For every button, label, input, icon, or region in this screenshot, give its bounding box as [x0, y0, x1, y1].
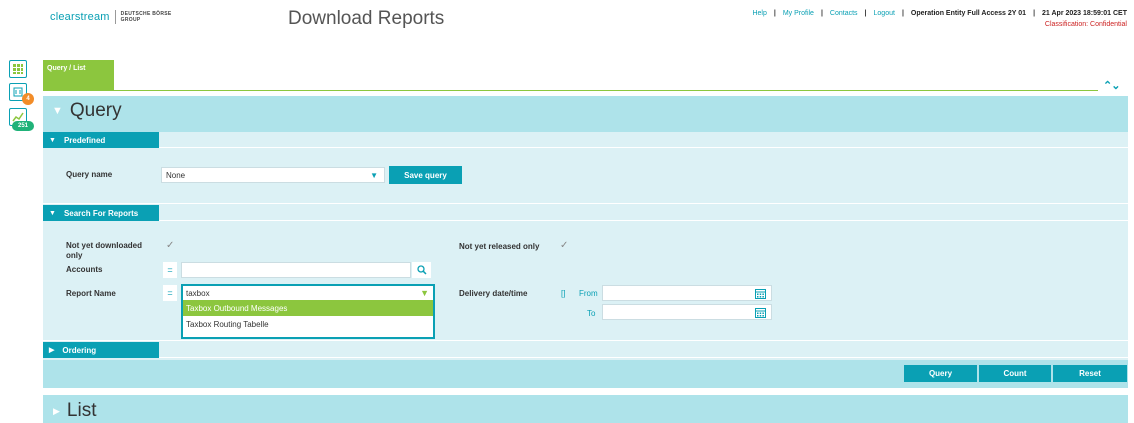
- not-released-checkbox[interactable]: ✓: [560, 240, 568, 251]
- predefined-section-header[interactable]: ▼ Predefined: [43, 132, 159, 148]
- query-name-select[interactable]: None ▼: [161, 167, 385, 183]
- ordering-label: Ordering: [62, 345, 97, 355]
- brand-group-line2: GROUP: [120, 17, 141, 23]
- report-name-input[interactable]: taxbox ▼: [183, 286, 433, 300]
- report-name-combobox[interactable]: taxbox ▼ Taxbox Outbound Messages Taxbox…: [181, 284, 435, 339]
- logout-link[interactable]: Logout: [874, 10, 895, 17]
- report-option[interactable]: Taxbox Routing Tabelle: [183, 316, 433, 332]
- logo-divider: [114, 10, 116, 24]
- classification-label: Classification: Confidential: [1044, 21, 1127, 28]
- to-label: To: [587, 309, 596, 318]
- query-name-value: None: [166, 170, 186, 180]
- delivery-operator[interactable]: []: [561, 289, 565, 298]
- account-name: Operation Entity Full Access 2Y 01: [910, 10, 1027, 17]
- save-query-button[interactable]: Save query: [389, 166, 462, 184]
- dropdown-arrow-icon: ▼: [370, 170, 378, 180]
- accounts-operator[interactable]: =: [163, 262, 177, 278]
- caret-down-icon: ▼: [49, 136, 56, 144]
- report-name-label: Report Name: [66, 289, 116, 298]
- list-panel: [43, 395, 1128, 423]
- calendar-icon[interactable]: [755, 288, 766, 301]
- collapse-expand-icon[interactable]: ⌃⌄: [1103, 79, 1120, 92]
- query-panel-title: Query: [69, 100, 122, 121]
- report-name-operator[interactable]: =: [163, 285, 177, 301]
- from-label: From: [579, 289, 598, 298]
- reset-button[interactable]: Reset: [1053, 365, 1127, 382]
- not-downloaded-label: Not yet downloaded only: [66, 241, 142, 260]
- list-panel-title: List: [66, 400, 97, 421]
- contacts-link[interactable]: Contacts: [830, 10, 858, 17]
- tab-query-list[interactable]: Query / List: [43, 60, 114, 91]
- ordering-section-header[interactable]: ▶ Ordering: [43, 342, 159, 358]
- query-name-label: Query name: [66, 170, 113, 179]
- search-icon[interactable]: [412, 262, 431, 278]
- page-title: Download Reports: [288, 8, 445, 29]
- calendar-icon[interactable]: [755, 307, 766, 320]
- caret-down-icon: ▼: [49, 209, 56, 217]
- clearstream-logo: clearstream DEUTSCHE BÖRSE GROUP: [50, 10, 172, 24]
- caret-right-icon: ▶: [53, 405, 60, 416]
- current-datetime: 21 Apr 2023 18:59:01 CET: [1042, 10, 1127, 17]
- report-name-value: taxbox: [186, 288, 210, 298]
- count-button[interactable]: Count: [979, 365, 1051, 382]
- list-panel-header[interactable]: ▶ List: [43, 400, 97, 422]
- not-released-label: Not yet released only: [459, 242, 540, 251]
- accounts-input[interactable]: [181, 262, 411, 278]
- tab-underline: [43, 90, 1098, 91]
- report-option[interactable]: Taxbox Outbound Messages: [183, 300, 433, 316]
- search-section-header[interactable]: ▼ Search For Reports: [43, 205, 159, 221]
- brand-group: DEUTSCHE BÖRSE GROUP: [121, 11, 172, 23]
- from-date-input[interactable]: [602, 285, 772, 301]
- chart-badge: 251: [12, 121, 34, 131]
- delivery-datetime-label: Delivery date/time: [459, 289, 528, 298]
- my-profile-link[interactable]: My Profile: [783, 10, 814, 17]
- not-downloaded-checkbox[interactable]: ✓: [166, 240, 174, 251]
- brand-name: clearstream: [50, 11, 110, 23]
- caret-down-icon: ▼: [52, 105, 63, 117]
- predefined-label: Predefined: [63, 135, 106, 145]
- query-panel-header[interactable]: ▼ Query: [43, 100, 122, 122]
- dropdown-arrow-icon[interactable]: ▼: [420, 288, 429, 298]
- top-navigation: Help | My Profile | Contacts | Logout | …: [752, 10, 1127, 17]
- notifications-badge: 4: [22, 93, 34, 105]
- query-button[interactable]: Query: [904, 365, 977, 382]
- to-date-input[interactable]: [602, 304, 772, 320]
- caret-right-icon: ▶: [49, 347, 55, 354]
- search-section-label: Search For Reports: [63, 208, 139, 218]
- grid-icon[interactable]: [9, 60, 27, 78]
- help-link[interactable]: Help: [752, 10, 766, 17]
- accounts-label: Accounts: [66, 265, 103, 274]
